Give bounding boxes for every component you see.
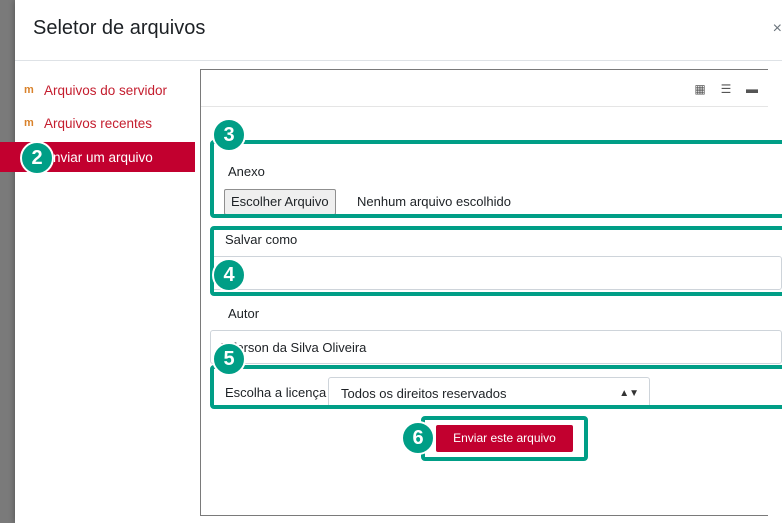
highlight-box-license <box>210 365 782 409</box>
sidebar-item-server-files[interactable]: m Arquivos do servidor <box>0 75 195 105</box>
folder-view-icon[interactable]: ▬ <box>741 78 763 100</box>
highlight-box-save-as <box>210 226 782 296</box>
dialog-title: Seletor de arquivos <box>33 17 206 39</box>
grid-view-icon[interactable]: ▦ <box>689 78 711 100</box>
author-input[interactable]: Jeferson da Silva Oliveira <box>210 330 782 364</box>
sidebar-item-label: Arquivos do servidor <box>44 82 168 98</box>
step-badge-6: 6 <box>401 421 435 455</box>
list-view-icon[interactable]: ☰ <box>715 78 737 100</box>
view-toolbar: ▦ ☰ ▬ <box>201 70 768 107</box>
step-badge-4: 4 <box>212 258 246 292</box>
sidebar-item-recent-files[interactable]: m Arquivos recentes <box>0 108 195 138</box>
moodle-icon: m <box>24 117 34 129</box>
sidebar-item-label: Arquivos recentes <box>44 115 153 131</box>
moodle-icon: m <box>24 84 34 96</box>
close-icon[interactable]: × <box>773 20 782 38</box>
step-badge-2: 2 <box>20 141 54 175</box>
highlight-box-submit <box>421 416 588 461</box>
sidebar-item-label: Enviar um arquivo <box>44 149 153 165</box>
dialog-header: Seletor de arquivos × <box>15 0 782 61</box>
highlight-box-attachment <box>210 140 782 218</box>
author-label: Autor <box>228 306 260 321</box>
step-badge-5: 5 <box>212 342 246 376</box>
step-badge-3: 3 <box>212 118 246 152</box>
